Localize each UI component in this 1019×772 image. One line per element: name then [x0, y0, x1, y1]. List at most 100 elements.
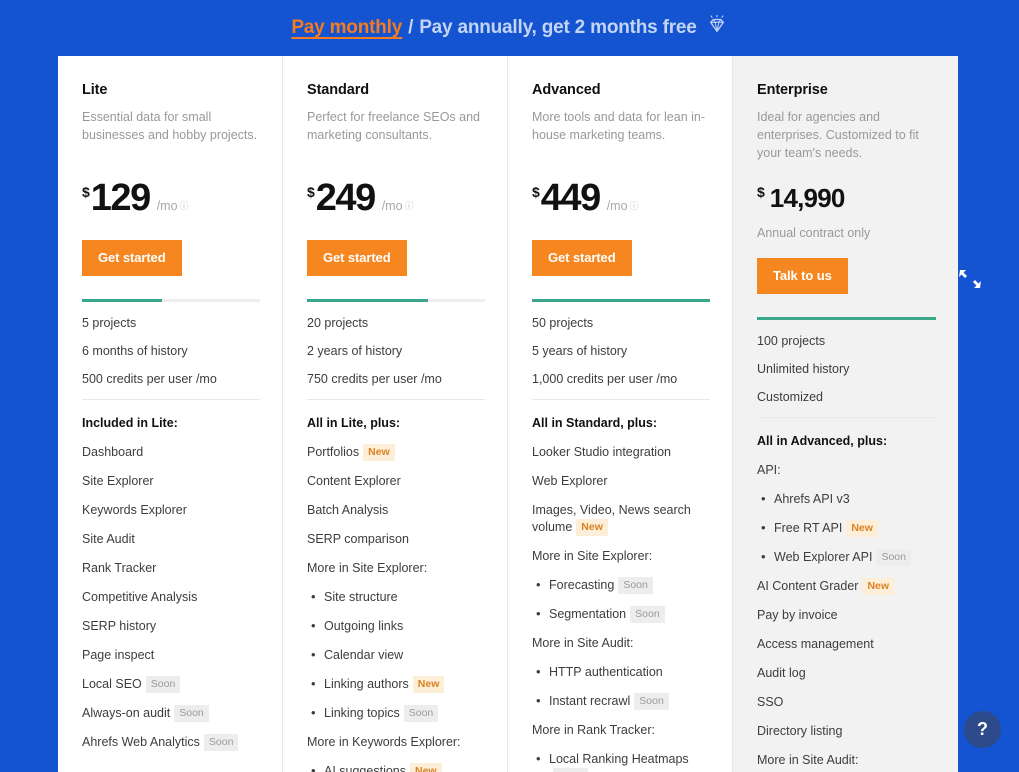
feature-label: Web Explorer API: [774, 550, 873, 564]
feature-label: More in Site Audit:: [532, 636, 634, 650]
feature-item: Site Audit: [82, 531, 260, 548]
feature-label: API:: [757, 463, 781, 477]
currency-symbol: $: [307, 184, 315, 200]
feature-item: More in Site Audit:: [757, 752, 936, 769]
plan-cta-button[interactable]: Talk to us: [757, 258, 848, 294]
plan-cta-button[interactable]: Get started: [532, 240, 632, 276]
feature-label: AI suggestions: [324, 764, 406, 772]
plan-quota: 50 projects: [532, 316, 594, 330]
price-amount: 129: [90, 177, 151, 219]
plan-cta-button[interactable]: Get started: [82, 240, 182, 276]
feature-item: Ahrefs API v3: [757, 490, 936, 508]
plan-quota: 20 projects: [307, 316, 369, 330]
feature-label: Batch Analysis: [307, 503, 389, 517]
plan-description: Essential data for small businesses and …: [82, 110, 258, 142]
pay-annually-option[interactable]: Pay annually, get 2 months free: [419, 17, 697, 39]
info-icon[interactable]: ⓘ: [405, 199, 414, 212]
feature-label: Competitive Analysis: [82, 590, 198, 604]
plan-card-enterprise: Enterprise Ideal for agencies and enterpr…: [733, 56, 958, 772]
pay-monthly-option[interactable]: Pay monthly: [291, 17, 402, 39]
feature-item: SERP comparison: [307, 531, 485, 548]
feature-item: Outgoing links: [307, 617, 485, 635]
feature-label: Page inspect: [82, 648, 155, 662]
feature-badge-new: New: [862, 578, 895, 595]
plan-capacity-meter-fill: [82, 299, 163, 302]
plan-capacity-meter-fill: [757, 317, 936, 320]
feature-item: Competitive Analysis: [82, 589, 260, 606]
feature-item: More in Site Audit:: [532, 635, 710, 652]
feature-label: Always-on audit: [82, 706, 171, 720]
price-amount: 14,990: [769, 183, 846, 213]
section-divider: [82, 399, 260, 400]
feature-item: Batch Analysis: [307, 502, 485, 519]
price-amount: 249: [315, 177, 376, 219]
plan-card-advanced: Advanced More tools and data for lean in-…: [508, 56, 733, 772]
feature-item: Rank Tracker: [82, 560, 260, 577]
info-icon[interactable]: ⓘ: [180, 199, 189, 212]
price-amount: 449: [540, 177, 601, 219]
price-period: /mo ⓘ: [606, 199, 639, 213]
feature-label: SERP comparison: [307, 532, 409, 546]
feature-label: SERP history: [82, 619, 157, 633]
feature-label: Site Audit: [82, 532, 135, 546]
feature-item: Web Explorer APISoon: [757, 548, 936, 566]
feature-label: Local Ranking Heatmaps: [549, 752, 689, 766]
feature-badge-new: New: [576, 519, 608, 536]
billing-period-toggle[interactable]: Pay monthly / Pay annually, get 2 months…: [0, 0, 1019, 56]
price-row: $249/mo ⓘ: [307, 178, 485, 220]
feature-item: Free RT APINew: [757, 519, 936, 537]
feature-label: Local SEO: [82, 677, 142, 691]
feature-item: Looker Studio integration: [532, 444, 710, 461]
feature-label: Free RT API: [774, 521, 843, 535]
feature-label: Audit log: [757, 666, 806, 680]
help-button[interactable]: ?: [964, 711, 1001, 748]
currency-symbol: $: [532, 184, 540, 200]
plan-title: Advanced: [532, 82, 601, 98]
feature-label: Segmentation: [549, 607, 627, 621]
feature-label: Site Explorer: [82, 474, 154, 488]
feature-label: More in Site Explorer:: [532, 549, 653, 563]
feature-item: Access management: [757, 636, 936, 653]
plan-title: Enterprise: [757, 82, 828, 98]
plan-quota-list: 20 projects 2 years of history 750 credits…: [307, 315, 485, 388]
plan-features-heading: Included in Lite:: [82, 416, 178, 430]
gem-icon: [706, 14, 728, 41]
section-divider: [757, 417, 936, 418]
feature-badge-soon: Soon: [618, 577, 653, 594]
feature-item: Page inspect: [82, 647, 260, 664]
feature-item: Keywords Explorer: [82, 502, 260, 519]
feature-item: SERP history: [82, 618, 260, 635]
plan-card-standard: Standard Perfect for freelance SEOs and m…: [283, 56, 508, 772]
feature-item: Local Ranking Heatmaps Soon: [532, 750, 710, 772]
plan-title: Lite: [82, 82, 108, 98]
feature-item: SSO: [757, 694, 936, 711]
plan-feature-list: API:Ahrefs API v3Free RT APINewWeb Explo…: [757, 462, 936, 772]
feature-badge-new: New: [846, 520, 878, 537]
info-icon[interactable]: ⓘ: [630, 199, 639, 212]
feature-label: Instant recrawl: [549, 694, 631, 708]
feature-label: Portfolios: [307, 445, 360, 459]
feature-item: Dashboard: [82, 444, 260, 461]
plan-feature-list: Portfolios New Content Explorer Batch Analy…: [307, 444, 485, 772]
plan-capacity-meter: [82, 299, 260, 302]
feature-label: More in Site Explorer:: [307, 561, 428, 575]
feature-label: Rank Tracker: [82, 561, 157, 575]
plan-capacity-meter-fill: [307, 299, 429, 302]
feature-item: Content Explorer: [307, 473, 485, 490]
feature-label: Access management: [757, 637, 874, 651]
plan-quota: 5 projects: [82, 316, 137, 330]
feature-item: More in Rank Tracker:: [532, 722, 710, 739]
feature-label: AI Content Grader: [757, 579, 859, 593]
feature-badge-new: New: [363, 444, 395, 461]
feature-badge-soon: Soon: [630, 606, 665, 623]
feature-label: Linking authors: [324, 677, 409, 691]
plan-quota-list: 50 projects 5 years of history 1,000 credi…: [532, 315, 710, 388]
feature-label: Looker Studio integration: [532, 445, 671, 459]
plan-quota-list: 100 projects Unlimited history Customized: [757, 333, 936, 406]
plan-quota: 5 years of history: [532, 344, 628, 358]
feature-label: Keywords Explorer: [82, 503, 187, 517]
plan-cta-button[interactable]: Get started: [307, 240, 407, 276]
feature-badge-soon: Soon: [203, 734, 239, 751]
feature-item: Site Explorer: [82, 473, 260, 490]
feature-item: Web Explorer: [532, 473, 710, 490]
